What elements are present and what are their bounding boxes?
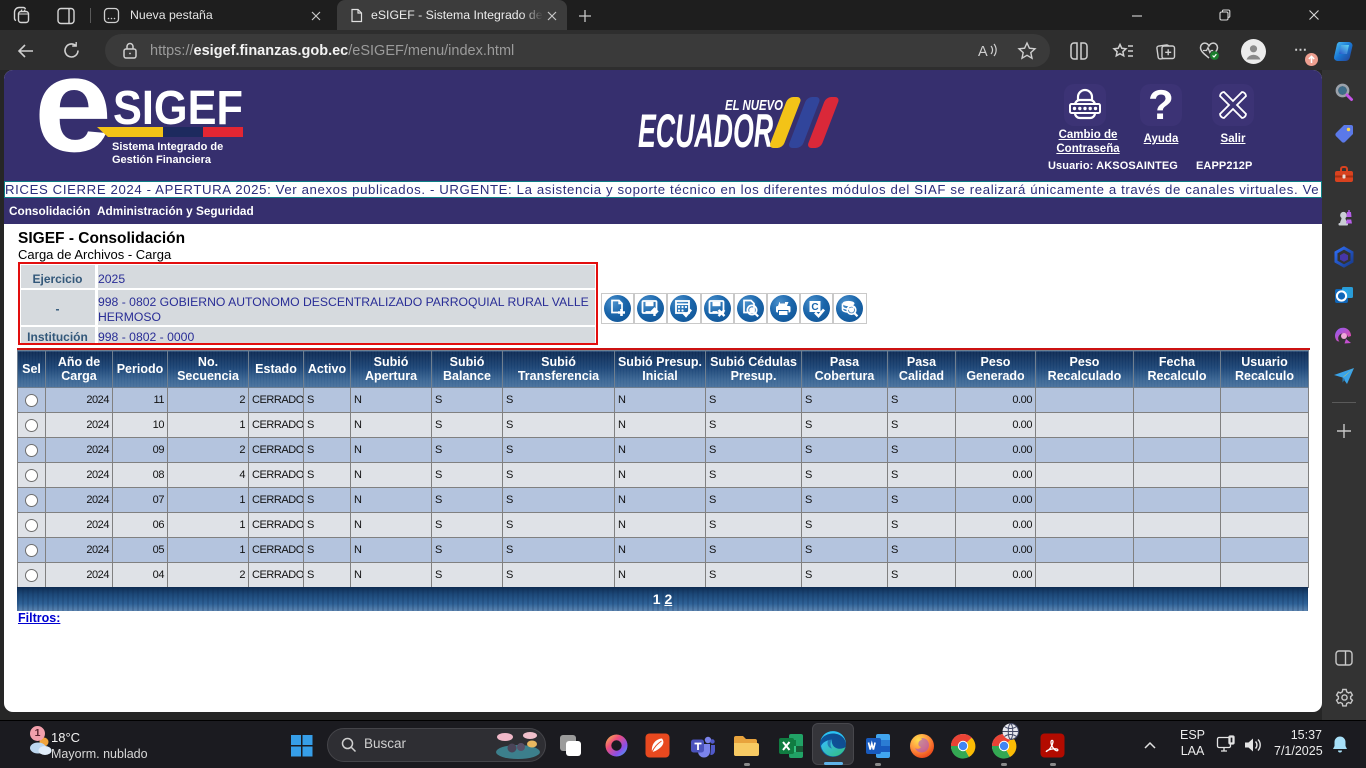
svg-text:?: ? [1148, 83, 1174, 127]
svg-text:e: e [34, 75, 112, 175]
svg-text:Gestión Financiera: Gestión Financiera [112, 154, 212, 166]
svg-text:A: A [978, 44, 988, 60]
svg-text:C: C [812, 302, 819, 313]
svg-text:Sistema Integrado de: Sistema Integrado de [112, 141, 223, 153]
svg-text:ECUADOR: ECUADOR [638, 104, 773, 152]
